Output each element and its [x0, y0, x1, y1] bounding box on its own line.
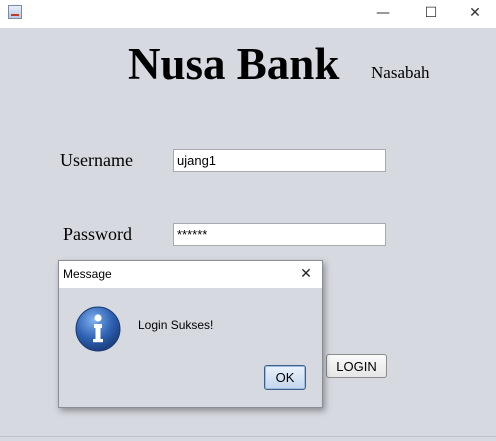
- app-subtitle: Nasabah: [371, 63, 430, 82]
- maximize-button[interactable]: ☐: [408, 0, 454, 26]
- dialog-close-button[interactable]: ✕: [296, 264, 316, 284]
- username-label: Username: [60, 150, 133, 170]
- dialog-titlebar: Message ✕: [59, 261, 322, 288]
- minimize-button[interactable]: —: [360, 0, 406, 26]
- ok-button[interactable]: OK: [264, 365, 306, 390]
- close-window-button[interactable]: ✕: [452, 0, 496, 26]
- password-field[interactable]: ******: [173, 223, 386, 246]
- window-titlebar: — ☐ ✕: [0, 0, 496, 28]
- info-icon: [75, 306, 121, 352]
- password-label: Password: [63, 224, 133, 244]
- message-dialog: Message ✕ Login Sukses! OK: [58, 260, 323, 408]
- window-bottom-edge: [0, 436, 496, 441]
- dialog-title: Message: [63, 267, 112, 281]
- login-button[interactable]: LOGIN: [326, 354, 387, 378]
- app-title: Nusa Bank: [128, 39, 340, 89]
- java-app-icon: [8, 5, 22, 19]
- username-field[interactable]: ujang1: [173, 149, 386, 172]
- dialog-message: Login Sukses!: [138, 318, 214, 332]
